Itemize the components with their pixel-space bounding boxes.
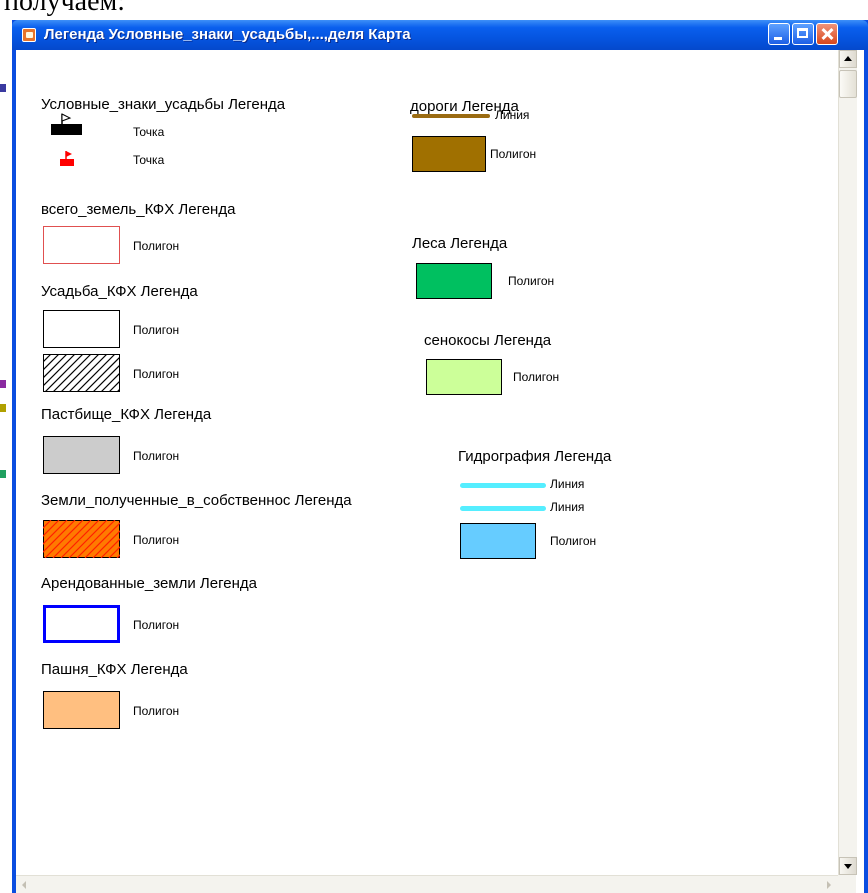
document-edge-strip (0, 24, 12, 893)
legend-item-label: Линия (550, 477, 585, 491)
legend-item-label: Полигон (133, 618, 180, 632)
maximize-icon (797, 28, 808, 38)
legend-title: Земли_полученные_в_собственнос Легенда (41, 492, 352, 509)
scroll-left-button[interactable] (16, 876, 34, 893)
legend-item-label: Линия (495, 108, 530, 122)
close-button[interactable] (816, 23, 838, 45)
doc-edge-mark (0, 470, 6, 478)
scroll-thumb[interactable] (839, 70, 857, 98)
legend-item-label: Линия (550, 500, 585, 514)
legend-item-label: Полигон (508, 274, 555, 288)
arrow-up-icon (844, 56, 852, 61)
legend-title: Усадьба_КФХ Легенда (41, 283, 198, 300)
close-icon (817, 24, 837, 44)
minimize-button[interactable] (768, 23, 790, 45)
title-bar[interactable]: Легенда Условные_знаки_усадьбы,...,деля … (12, 20, 868, 50)
legend-polygon-swatch (426, 359, 502, 395)
legend-item-label: Полигон (133, 704, 180, 718)
arrow-down-icon (844, 864, 852, 869)
legend-polygon-swatch (43, 354, 120, 392)
legend-title: Гидрография Легенда (458, 448, 612, 465)
legend-polygon-swatch (460, 523, 536, 559)
legend-line-swatch (460, 506, 546, 511)
horizontal-scrollbar[interactable] (16, 875, 838, 893)
legend-title: Леса Легенда (412, 235, 508, 252)
doc-edge-mark (0, 380, 6, 388)
window-title: Легенда Условные_знаки_усадьбы,...,деля … (44, 26, 411, 43)
legend-item-label: Полигон (133, 323, 180, 337)
legend-polygon-swatch (43, 310, 120, 348)
window-client-area: Условные_знаки_усадьбы Легенда Точка Точка… (16, 50, 864, 893)
legend-item-label: Полигон (133, 367, 180, 381)
legend-window: Легенда Условные_знаки_усадьбы,...,деля … (12, 20, 868, 893)
legend-polygon-swatch (43, 691, 120, 729)
legend-polygon-swatch (43, 520, 120, 558)
legend-title: Пастбище_КФХ Легенда (41, 406, 212, 423)
legend-polygon-swatch (43, 226, 120, 264)
legend-content: Условные_знаки_усадьбы Легенда Точка Точка… (16, 50, 838, 875)
legend-line-swatch (412, 114, 490, 118)
legend-item-label: Полигон (513, 370, 560, 384)
resize-grip[interactable] (838, 875, 856, 893)
legend-polygon-swatch (412, 136, 486, 172)
legend-title: всего_земель_КФХ Легенда (41, 201, 236, 218)
doc-edge-mark (0, 404, 6, 412)
legend-polygon-swatch (43, 605, 120, 643)
arrow-left-icon (22, 881, 26, 889)
legend-item-label: Полигон (550, 534, 597, 548)
minimize-icon (774, 37, 782, 40)
legend-item-label: Полигон (133, 449, 180, 463)
page-top-text: получаем: (4, 0, 126, 17)
maximize-button[interactable] (792, 23, 814, 45)
vertical-scrollbar[interactable] (838, 50, 857, 875)
flag-point-red-icon (60, 150, 76, 171)
legend-item-label: Полигон (490, 147, 537, 161)
legend-title: Арендованные_земли Легенда (41, 575, 257, 592)
scroll-up-button[interactable] (839, 50, 857, 68)
scroll-right-button[interactable] (820, 876, 838, 893)
legend-polygon-swatch (43, 436, 120, 474)
legend-item-label: Полигон (133, 239, 180, 253)
arrow-right-icon (827, 881, 831, 889)
doc-edge-mark (0, 84, 6, 92)
legend-window-icon[interactable] (22, 28, 36, 42)
scroll-down-button[interactable] (839, 857, 857, 875)
flag-point-black-icon (51, 112, 83, 141)
legend-title: сенокосы Легенда (424, 332, 552, 349)
legend-item-label: Точка (133, 125, 165, 139)
legend-title: Пашня_КФХ Легенда (41, 661, 188, 678)
legend-item-label: Точка (133, 153, 165, 167)
legend-item-label: Полигон (133, 533, 180, 547)
legend-line-swatch (460, 483, 546, 488)
legend-polygon-swatch (416, 263, 492, 299)
